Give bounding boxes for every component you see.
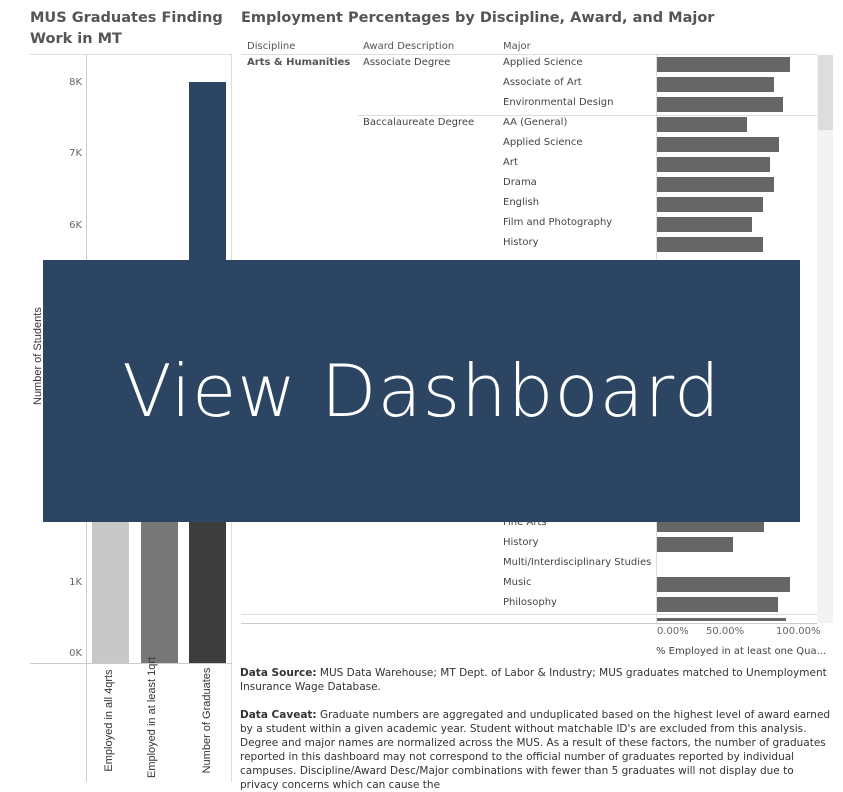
- header-major: Major: [503, 41, 531, 52]
- employment-bar[interactable]: [657, 597, 778, 612]
- x-axis-line: [241, 623, 817, 624]
- scrollbar[interactable]: [817, 55, 833, 623]
- partial-bar: [657, 618, 786, 621]
- view-dashboard-button[interactable]: View Dashboard: [43, 260, 800, 522]
- y-tick: 8K: [69, 76, 82, 88]
- employment-bar[interactable]: [657, 117, 748, 132]
- employment-bar[interactable]: [657, 537, 734, 552]
- x-axis-label: % Employed in at least one Qua...: [656, 646, 827, 657]
- major-label: Film and Photography: [503, 217, 613, 228]
- x-tick: 0.00%: [657, 626, 689, 637]
- caveat-label: Data Caveat:: [240, 709, 317, 721]
- major-label: Drama: [503, 177, 537, 188]
- header-discipline: Discipline: [247, 41, 296, 52]
- major-label: Applied Science: [503, 57, 583, 68]
- right-panel-title: Employment Percentages by Discipline, Aw…: [241, 10, 715, 26]
- scrollbar-thumb[interactable]: [818, 55, 833, 130]
- data-caveat-text: Data Caveat: Graduate numbers are aggreg…: [240, 708, 835, 792]
- caveat-text: Graduate numbers are aggregated and undu…: [240, 709, 831, 791]
- major-label: Associate of Art: [503, 77, 582, 88]
- divider: [30, 54, 232, 55]
- major-label: History: [503, 237, 539, 248]
- employment-bar[interactable]: [657, 177, 774, 192]
- major-label: English: [503, 197, 540, 208]
- x-tick: 50.00%: [706, 626, 745, 637]
- employment-bar[interactable]: [657, 197, 763, 212]
- major-label: Philosophy: [503, 597, 557, 608]
- employment-bar[interactable]: [657, 217, 752, 232]
- y-tick: 1K: [69, 576, 82, 588]
- employment-bar[interactable]: [657, 577, 791, 592]
- x-tick: 100.00%: [776, 626, 821, 637]
- view-dashboard-label: View Dashboard: [122, 349, 721, 433]
- y-tick: 6K: [69, 219, 82, 231]
- left-panel-title: MUS Graduates Finding Work in MT: [30, 10, 223, 47]
- major-label: History: [503, 537, 539, 548]
- major-label: Applied Science: [503, 137, 583, 148]
- discipline-cell: Arts & Humanities: [247, 57, 351, 68]
- x-label-employed-all: Employed in all 4qrts: [103, 669, 115, 772]
- employment-bar[interactable]: [657, 137, 780, 152]
- major-label: Music: [503, 577, 532, 588]
- employment-bar[interactable]: [657, 97, 784, 112]
- source-label: Data Source:: [240, 667, 317, 679]
- employment-bar[interactable]: [657, 237, 763, 252]
- row-divider: [358, 115, 817, 116]
- major-label: Environmental Design: [503, 97, 614, 108]
- employment-bar[interactable]: [657, 77, 774, 92]
- data-source-text: Data Source: MUS Data Warehouse; MT Dept…: [240, 666, 835, 694]
- major-label: Art: [503, 157, 518, 168]
- employment-bar[interactable]: [657, 57, 791, 72]
- header-award: Award Description: [363, 41, 455, 52]
- award-cell: Baccalaureate Degree: [363, 117, 475, 128]
- y-tick: 0K: [69, 648, 82, 659]
- award-cell: Associate Degree: [363, 57, 451, 68]
- table-bottom-divider: [241, 614, 817, 615]
- employment-bar[interactable]: [657, 157, 770, 172]
- header-divider: [241, 54, 817, 55]
- major-label: AA (General): [503, 117, 568, 128]
- x-label-employed-one: Employed in at least 1qrt: [146, 656, 158, 778]
- source-text: MUS Data Warehouse; MT Dept. of Labor & …: [240, 667, 827, 693]
- x-label-graduates: Number of Graduates: [201, 667, 213, 774]
- y-tick: 7K: [69, 148, 82, 160]
- major-label: Multi/Interdisciplinary Studies: [503, 557, 652, 568]
